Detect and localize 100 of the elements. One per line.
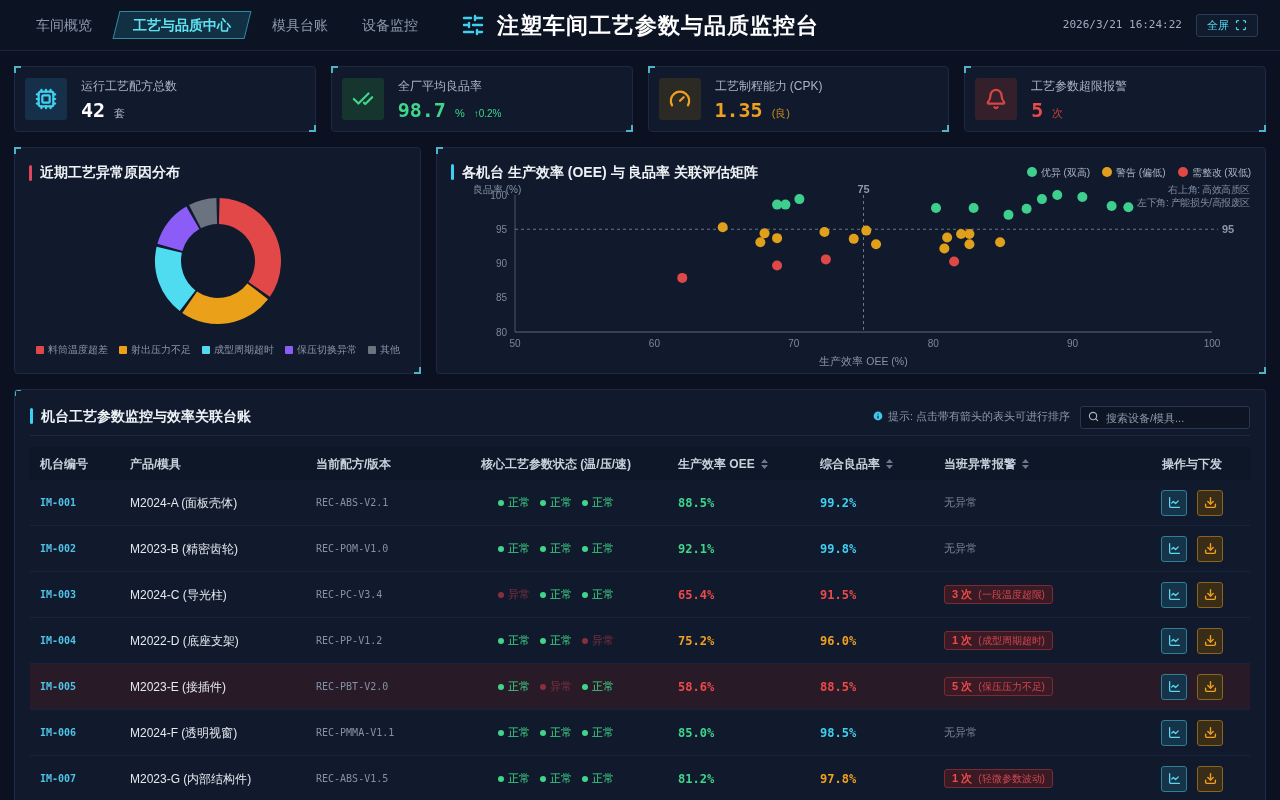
column-header[interactable]: 生产效率 OEE: [678, 454, 768, 473]
data-point: [759, 228, 770, 239]
status-text: 正常: [508, 541, 530, 557]
column-header: 产品/模具: [130, 455, 182, 473]
nav-tab[interactable]: 模具台账: [258, 11, 342, 39]
data-point: [949, 256, 960, 267]
chip-icon: [25, 78, 67, 120]
kpi-label: 工艺制程能力 (CPK): [714, 77, 823, 95]
line-chart-icon: [1167, 772, 1181, 785]
fullscreen-button[interactable]: 全屏: [1196, 13, 1258, 37]
download-button[interactable]: [1197, 627, 1223, 654]
data-point: [1123, 202, 1134, 213]
search-field[interactable]: 搜索设备/模具...: [1080, 406, 1250, 429]
double-check-icon: [341, 78, 384, 120]
product-name: M2022-D (底座支架): [129, 632, 240, 650]
download-icon: [1203, 726, 1217, 739]
axis-tick-label: 100: [1203, 338, 1221, 349]
nav-tab[interactable]: 设备监控: [348, 11, 432, 39]
download-button[interactable]: [1197, 489, 1223, 516]
trend-chart-button[interactable]: [1161, 673, 1187, 700]
axis-tick-label: 70: [788, 338, 800, 349]
download-button[interactable]: [1197, 673, 1223, 700]
axis-tick-label: 80: [495, 326, 507, 338]
column-header[interactable]: 当班异常报警: [944, 454, 1029, 473]
axis-tick-label: 95: [495, 223, 507, 235]
trend-chart-button[interactable]: [1161, 765, 1187, 792]
data-point: [1106, 200, 1117, 211]
yield-value: 99.8%: [820, 540, 857, 558]
download-button[interactable]: [1197, 765, 1223, 792]
zone-note: 右上角: 高效高质区: [1168, 184, 1250, 195]
data-point: [1077, 192, 1088, 203]
data-point: [772, 260, 783, 271]
corner-bracket: [942, 125, 950, 132]
gauge-icon: [658, 78, 701, 120]
column-header[interactable]: 综合良品率: [820, 454, 893, 473]
trend-value: ↑0.2%: [473, 106, 502, 121]
data-point: [819, 227, 830, 237]
alarm-badge: 3 次 (一段温度超限): [944, 585, 1053, 604]
title-accent-bar: [451, 164, 454, 180]
status-text: 正常: [508, 771, 530, 787]
alarm-badge: 5 次 (保压压力不足): [944, 677, 1053, 696]
nav-tab[interactable]: 工艺与品质中心: [112, 11, 252, 39]
status-text: 正常: [592, 679, 614, 695]
corner-bracket: [14, 147, 21, 154]
axis-tick-label: 80: [927, 338, 939, 349]
trend-chart-button[interactable]: [1161, 535, 1187, 562]
line-chart-icon: [1167, 496, 1181, 509]
status-text: 正常: [592, 771, 614, 787]
status-text: 正常: [592, 541, 614, 557]
nav-tab[interactable]: 车间概览: [22, 11, 106, 39]
alarm-badge: 1 次 (轻微参数波动): [944, 769, 1053, 788]
data-point: [1003, 209, 1014, 220]
alarm-text: 无异常: [944, 725, 977, 741]
data-point: [964, 239, 975, 250]
status-text: 正常: [508, 495, 530, 511]
machine-id: IM-002: [39, 542, 78, 556]
oee-value: 65.4%: [678, 586, 715, 604]
oee-value: 92.1%: [678, 540, 715, 558]
corner-bracket: [436, 147, 443, 154]
download-button[interactable]: [1197, 535, 1223, 562]
trend-chart-button[interactable]: [1161, 581, 1187, 608]
column-header: 当前配方/版本: [316, 455, 392, 473]
kpi-value: 5: [1031, 97, 1044, 122]
corner-bracket: [15, 390, 21, 396]
product-name: M2023-B (精密齿轮): [129, 540, 240, 558]
yield-value: 98.5%: [820, 724, 857, 742]
title-accent-bar: [30, 408, 33, 424]
kpi-unit: %: [454, 105, 465, 121]
data-point: [780, 199, 791, 210]
title-accent-bar: [29, 164, 32, 181]
recipe-version: REC-POM-V1.0: [315, 542, 390, 556]
data-point: [968, 203, 979, 213]
status-text: 正常: [508, 725, 530, 741]
line-chart-icon: [1167, 542, 1181, 555]
data-point: [755, 237, 766, 248]
product-name: M2023-G (内部结构件): [129, 770, 253, 788]
status-text: 正常: [550, 541, 572, 557]
download-icon: [1203, 588, 1217, 601]
trend-chart-button[interactable]: [1161, 627, 1187, 654]
trend-chart-button[interactable]: [1161, 719, 1187, 746]
kpi-value: 1.35: [714, 97, 763, 122]
yield-value: 99.2%: [820, 494, 857, 512]
data-point: [964, 229, 975, 240]
kpi-label: 全厂平均良品率: [397, 77, 483, 95]
kpi-label: 运行工艺配方总数: [81, 77, 177, 95]
download-button[interactable]: [1197, 581, 1223, 608]
column-header: 机台编号: [40, 455, 88, 473]
line-chart-icon: [1167, 634, 1181, 647]
corner-bracket: [14, 66, 21, 73]
oee-value: 75.2%: [678, 632, 715, 650]
machine-id: IM-005: [39, 680, 78, 694]
product-name: M2024-C (导光柱): [129, 586, 228, 604]
panel-title: 各机台 生产效率 (OEE) 与 良品率 关联评估矩阵: [462, 162, 759, 182]
trend-chart-button[interactable]: [1161, 489, 1187, 516]
fullscreen-icon: [1235, 19, 1247, 31]
download-button[interactable]: [1197, 719, 1223, 746]
data-point: [871, 239, 882, 250]
status-text: 正常: [508, 679, 530, 695]
corner-bracket: [414, 367, 421, 374]
machine-id: IM-003: [39, 588, 78, 602]
